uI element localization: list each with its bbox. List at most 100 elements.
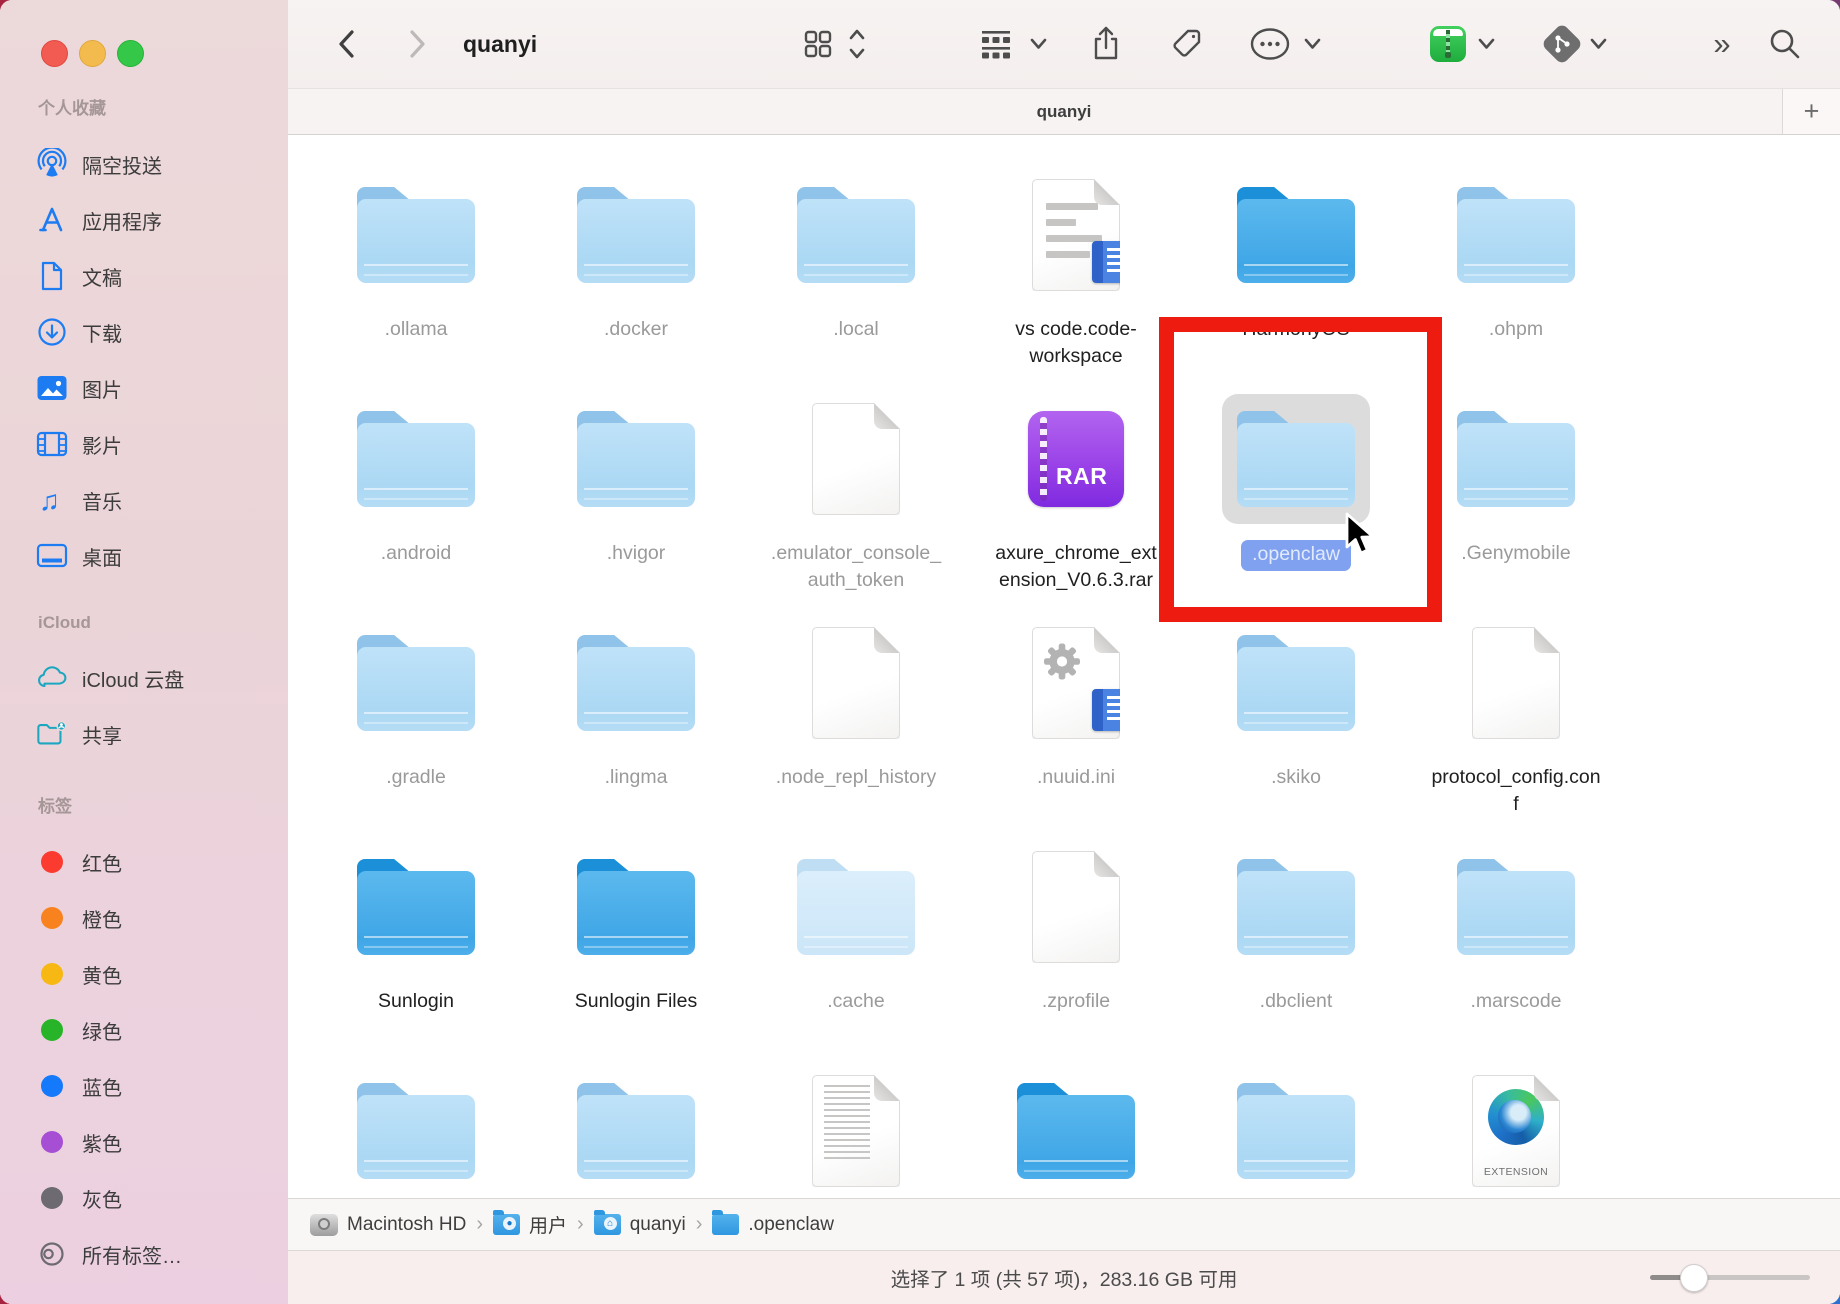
chevron-down-icon[interactable]	[1026, 0, 1050, 88]
file-icon-wrap	[1002, 1066, 1150, 1196]
file-item-protocol_config.conf[interactable]: protocol_config.conf	[1406, 618, 1626, 842]
minimize-window-button[interactable]	[79, 40, 106, 67]
file-label: .cache	[827, 988, 884, 1015]
sidebar-item-影片[interactable]: 影片	[0, 416, 288, 472]
file-icon-wrap	[782, 842, 930, 972]
file-item[interactable]	[966, 1066, 1186, 1198]
document-badge-icon	[1092, 689, 1128, 731]
git-app-icon[interactable]	[1540, 0, 1584, 88]
slider-thumb[interactable]	[1680, 1264, 1708, 1292]
file-item-.skiko[interactable]: .skiko	[1186, 618, 1406, 842]
file-item-.android[interactable]: .android	[306, 394, 526, 618]
icon-size-slider[interactable]	[1650, 1275, 1810, 1280]
folder-icon	[577, 187, 695, 283]
file-item-.lingma[interactable]: .lingma	[526, 618, 746, 842]
tab-bar: quanyi +	[288, 88, 1840, 135]
desktop-icon	[36, 540, 68, 572]
sidebar-item-红色[interactable]: 红色	[0, 834, 288, 890]
tab-quanyi[interactable]: quanyi	[1037, 102, 1092, 122]
sidebar-item-文稿[interactable]: 文稿	[0, 248, 288, 304]
tag-dot-icon	[36, 958, 68, 990]
file-item[interactable]	[746, 1066, 966, 1198]
file-icon-wrap	[1442, 170, 1590, 300]
sidebar-item-桌面[interactable]: 桌面	[0, 528, 288, 584]
tag-dot-icon	[36, 1182, 68, 1214]
breadcrumb-用户[interactable]: ●用户	[493, 1211, 567, 1238]
sidebar-item-紫色[interactable]: 紫色	[0, 1114, 288, 1170]
sidebar-item-iCloud 云盘[interactable]: iCloud 云盘	[0, 650, 288, 706]
sidebar-item-绿色[interactable]: 绿色	[0, 1002, 288, 1058]
forward-button[interactable]	[400, 0, 436, 88]
file-item-.cache[interactable]: .cache	[746, 842, 966, 1066]
sidebar-item-label: 图片	[82, 374, 122, 403]
file-item-Sunlogin[interactable]: Sunlogin	[306, 842, 526, 1066]
file-icon-wrap	[1002, 842, 1150, 972]
file-item-.ollama[interactable]: .ollama	[306, 170, 526, 394]
file-item-.emulator_console_auth_token[interactable]: .emulator_console_auth_token	[746, 394, 966, 618]
file-item-.marscode[interactable]: .marscode	[1406, 842, 1626, 1066]
search-icon[interactable]	[1762, 0, 1808, 88]
file-item-.node_repl_history[interactable]: .node_repl_history	[746, 618, 966, 842]
sidebar-item-蓝色[interactable]: 蓝色	[0, 1058, 288, 1114]
file-item-.gradle[interactable]: .gradle	[306, 618, 526, 842]
archive-app-icon[interactable]	[1428, 0, 1468, 88]
sidebar-item-灰色[interactable]: 灰色	[0, 1170, 288, 1226]
file-item-.zprofile[interactable]: .zprofile	[966, 842, 1186, 1066]
chevron-down-icon[interactable]	[1474, 0, 1498, 88]
more-toolbar-icon[interactable]: »	[1700, 0, 1744, 88]
zoom-window-button[interactable]	[117, 40, 144, 67]
file-item[interactable]: EXTENSION	[1406, 1066, 1626, 1198]
new-tab-button[interactable]: +	[1782, 89, 1840, 134]
file-icon-wrap	[562, 170, 710, 300]
back-button[interactable]	[328, 0, 364, 88]
view-chevrons-icon[interactable]	[844, 0, 870, 88]
file-item[interactable]	[306, 1066, 526, 1198]
file-item-.dbclient[interactable]: .dbclient	[1186, 842, 1406, 1066]
sidebar-item-隔空投送[interactable]: 隔空投送	[0, 136, 288, 192]
blank-document-icon	[812, 403, 900, 515]
group-by-icon[interactable]	[974, 0, 1018, 88]
file-item-.nuuid.ini[interactable]: .nuuid.ini	[966, 618, 1186, 842]
ellipsis-circle-icon[interactable]	[1246, 0, 1294, 88]
breadcrumb-Macintosh HD[interactable]: Macintosh HD	[310, 1214, 466, 1236]
file-item-axure_chrome_extension_V0.6.3.rar[interactable]: RARaxure_chrome_extension_V0.6.3.rar	[966, 394, 1186, 618]
share-icon[interactable]	[1086, 0, 1126, 88]
file-label: .ohpm	[1489, 316, 1543, 343]
chevron-down-icon[interactable]	[1586, 0, 1610, 88]
file-icon-wrap	[342, 618, 490, 748]
folder-icon	[1237, 187, 1355, 283]
close-window-button[interactable]	[41, 40, 68, 67]
sidebar-item-橙色[interactable]: 橙色	[0, 890, 288, 946]
sidebar-item-所有标签…[interactable]: 所有标签…	[0, 1226, 288, 1282]
folder-icon	[577, 411, 695, 507]
tag-icon[interactable]	[1164, 0, 1208, 88]
sidebar-item-label: 蓝色	[82, 1072, 122, 1101]
file-label: vs code.code-workspace	[990, 316, 1162, 370]
grid-view-icon[interactable]	[798, 0, 838, 88]
folder-icon	[357, 635, 475, 731]
svg-text:♫: ♫	[39, 485, 60, 516]
sidebar-section-header: iCloud	[38, 608, 288, 638]
breadcrumb-.openclaw[interactable]: .openclaw	[712, 1214, 834, 1236]
file-item-vs code.code-workspace[interactable]: vs code.code-workspace	[966, 170, 1186, 394]
file-item-.local[interactable]: .local	[746, 170, 966, 394]
folder-icon	[1457, 859, 1575, 955]
shared-folder-icon	[36, 718, 68, 750]
sidebar-item-音乐[interactable]: ♫音乐	[0, 472, 288, 528]
sidebar-item-共享[interactable]: 共享	[0, 706, 288, 762]
sidebar-item-图片[interactable]: 图片	[0, 360, 288, 416]
sidebar-item-下载[interactable]: 下载	[0, 304, 288, 360]
sidebar-item-应用程序[interactable]: 应用程序	[0, 192, 288, 248]
chevron-down-icon[interactable]	[1300, 0, 1324, 88]
file-item[interactable]	[526, 1066, 746, 1198]
sidebar-item-label: 应用程序	[82, 206, 162, 235]
file-item-Sunlogin Files[interactable]: Sunlogin Files	[526, 842, 746, 1066]
breadcrumb-quanyi[interactable]: ⌂quanyi	[594, 1214, 686, 1236]
file-item-.docker[interactable]: .docker	[526, 170, 746, 394]
sidebar-item-黄色[interactable]: 黄色	[0, 946, 288, 1002]
status-text: 选择了 1 项 (共 57 项)，283.16 GB 可用	[288, 1251, 1840, 1304]
file-item-.hvigor[interactable]: .hvigor	[526, 394, 746, 618]
file-item[interactable]	[1186, 1066, 1406, 1198]
file-label: .emulator_console_auth_token	[770, 540, 942, 594]
breadcrumb-label: quanyi	[630, 1214, 686, 1236]
